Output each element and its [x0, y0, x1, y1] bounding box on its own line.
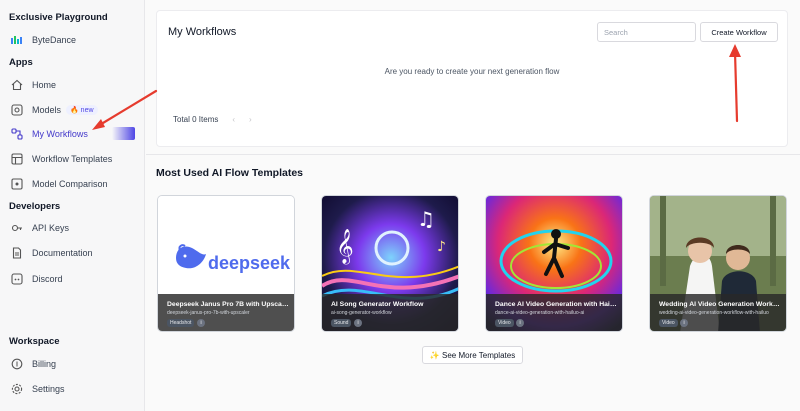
sidebar-item-home[interactable]: Home [10, 75, 140, 95]
discord-icon [10, 272, 24, 286]
template-title: Wedding AI Video Generation Workflow [659, 301, 781, 308]
sidebar-item-models[interactable]: Models 🔥 new [10, 100, 140, 120]
compare-icon [10, 177, 24, 191]
bytedance-logo-icon [10, 33, 24, 47]
sidebar-item-label: Documentation [32, 248, 93, 258]
settings-icon [10, 382, 24, 396]
sidebar-item-api-keys[interactable]: API Keys [10, 218, 140, 238]
sidebar-item-label: API Keys [32, 223, 70, 233]
template-tag: Sound [331, 319, 352, 327]
template-card-deepseek[interactable]: deepseek Deepseek Janus Pro 7B with Upsc… [157, 195, 295, 332]
template-tag: Video [495, 319, 514, 327]
billing-icon [10, 357, 24, 371]
template-title: AI Song Generator Workflow [331, 301, 424, 308]
template-slug: deepseek-janus-pro-7b-with-upscaler [167, 310, 250, 316]
page-title: My Workflows [168, 26, 237, 38]
models-icon [10, 103, 24, 117]
key-icon [10, 221, 24, 235]
sidebar-item-discord[interactable]: Discord [10, 269, 140, 289]
template-tag: Headshot [167, 319, 195, 327]
home-icon [10, 78, 24, 92]
template-slug: wedding-ai-video-generation-workflow-wit… [659, 310, 769, 316]
template-card-wedding-video[interactable]: Wedding AI Video Generation Workflow wed… [649, 195, 787, 332]
template-caption: AI Song Generator Workflow ai-song-gener… [322, 294, 458, 331]
info-icon[interactable]: i [197, 319, 205, 327]
prev-page-button[interactable]: ‹ [232, 115, 235, 124]
svg-text:♫: ♫ [417, 207, 435, 231]
sidebar-item-settings[interactable]: Settings [10, 379, 140, 399]
template-slug: ai-song-generator-workflow [331, 310, 392, 316]
sidebar-item-workflow-templates[interactable]: Workflow Templates [10, 149, 140, 169]
template-caption: Wedding AI Video Generation Workflow wed… [650, 294, 786, 331]
sidebar-item-label: Discord [32, 274, 63, 284]
workflows-card: My Workflows Create Workflow Are you rea… [156, 10, 788, 147]
workspace-title: Workspace [9, 336, 60, 347]
developers-title: Developers [9, 201, 61, 212]
info-icon[interactable]: i [516, 319, 524, 327]
info-icon[interactable]: i [680, 319, 688, 327]
template-slug: dance-ai-video-generation-with-hailuo-ai [495, 310, 585, 316]
template-card-dance-video[interactable]: Dance AI Video Generation with Hailuo da… [485, 195, 623, 332]
sidebar-item-model-comparison[interactable]: Model Comparison [10, 174, 140, 194]
sidebar-item-label: Home [32, 80, 57, 90]
templates-heading: Most Used AI Flow Templates [156, 167, 304, 179]
apps-title: Apps [9, 57, 33, 68]
sidebar-item-label: Billing [32, 359, 57, 369]
playground-title: Exclusive Playground [9, 12, 108, 23]
sidebar-item-billing[interactable]: Billing [10, 354, 140, 374]
info-icon[interactable]: i [354, 319, 362, 327]
sidebar-item-label: My Workflows [32, 129, 88, 139]
sidebar-item-label: Workflow Templates [32, 154, 113, 164]
template-title: Deepseek Janus Pro 7B with Upscaler [167, 301, 289, 308]
deepseek-whale-icon [176, 244, 206, 269]
see-more-templates-button[interactable]: ✨ See More Templates [422, 346, 523, 364]
template-card-ai-song[interactable]: 𝄞 ♫ ♪ AI Song Generator Workflow ai-song… [321, 195, 459, 332]
sidebar-item-label: Models [32, 105, 62, 115]
active-indicator [112, 127, 135, 140]
empty-state-text: Are you ready to create your next genera… [384, 67, 560, 76]
next-page-button[interactable]: › [249, 115, 252, 124]
org-switcher[interactable]: ByteDance [10, 30, 140, 50]
sidebar-item-label: Model Comparison [32, 179, 108, 189]
pagination: Total 0 Items ‹ › [173, 115, 252, 124]
template-title: Dance AI Video Generation with Hailuo [495, 301, 617, 308]
workflow-icon [10, 127, 24, 141]
svg-text:𝄞: 𝄞 [336, 229, 354, 265]
svg-text:♪: ♪ [437, 239, 446, 255]
sidebar-item-label: Settings [32, 384, 65, 394]
template-tag: Video [659, 319, 678, 327]
template-caption: Dance AI Video Generation with Hailuo da… [486, 294, 622, 331]
doc-icon [10, 246, 24, 260]
sidebar-item-documentation[interactable]: Documentation [10, 243, 140, 263]
create-workflow-button[interactable]: Create Workflow [700, 22, 778, 42]
templates-icon [10, 152, 24, 166]
sidebar: Exclusive Playground ByteDance Apps Home… [0, 0, 145, 411]
new-badge: 🔥 new [66, 105, 98, 115]
search-input[interactable] [597, 22, 696, 42]
section-divider [146, 154, 800, 155]
deepseek-logo-text: deepseek [208, 253, 291, 273]
org-name: ByteDance [32, 35, 77, 45]
template-caption: Deepseek Janus Pro 7B with Upscaler deep… [158, 294, 294, 331]
total-items-label: Total 0 Items [173, 115, 219, 124]
